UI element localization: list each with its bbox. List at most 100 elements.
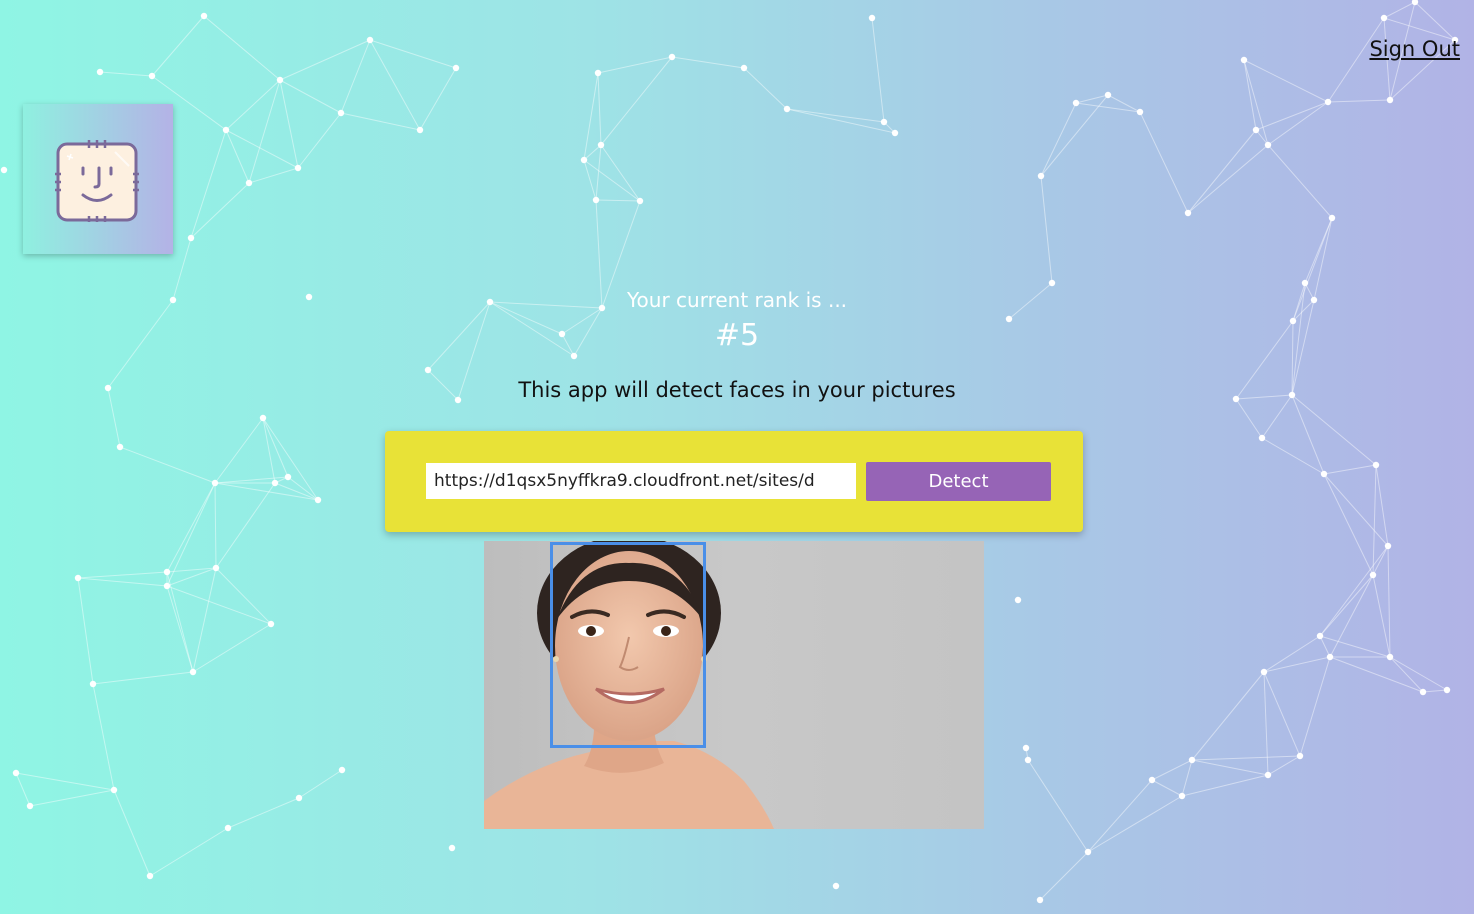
particle-link: [1187, 129, 1257, 214]
particle-link: [871, 17, 885, 123]
particle-dot: [1369, 571, 1377, 579]
image-link-form: Detect: [385, 431, 1083, 532]
particle-link: [1087, 795, 1183, 853]
particle-dot: [267, 620, 275, 628]
particle-dot: [89, 680, 97, 688]
particle-link: [1323, 473, 1374, 576]
app-description: This app will detect faces in your pictu…: [518, 378, 956, 402]
particle-dot: [1037, 172, 1045, 180]
particle-link: [1139, 111, 1189, 214]
particle-link: [1291, 394, 1325, 475]
rank-label: Your current rank is ...: [626, 288, 848, 312]
particle-dot: [284, 473, 292, 481]
particle-dot: [416, 126, 424, 134]
particle-dot: [424, 366, 432, 374]
particle-dot: [783, 105, 791, 113]
particle-dot: [1324, 98, 1332, 106]
particle-link: [1267, 755, 1301, 776]
particle-dot: [1384, 542, 1392, 550]
particle-link: [1299, 656, 1331, 757]
particle-link: [77, 577, 168, 587]
logo[interactable]: [23, 104, 173, 254]
particle-dot: [12, 769, 20, 777]
particle-link: [203, 15, 281, 81]
particle-link: [248, 167, 299, 184]
particle-dot: [740, 64, 748, 72]
particle-dot: [1301, 279, 1309, 287]
particle-dot: [276, 76, 284, 84]
particle-dot: [1104, 91, 1112, 99]
particle-dot: [868, 14, 876, 22]
particle-link: [192, 623, 272, 673]
particle-link: [1329, 574, 1374, 658]
particle-link: [192, 567, 217, 673]
particle-link: [1323, 473, 1389, 547]
particle-link: [1191, 671, 1265, 761]
particle-dot: [448, 844, 456, 852]
particle-link: [1235, 398, 1263, 439]
particle-dot: [1136, 108, 1144, 116]
particle-link: [600, 144, 641, 202]
rank-value: #5: [714, 318, 760, 353]
particle-link: [298, 769, 343, 799]
particle-link: [1243, 59, 1329, 103]
particle-dot: [245, 179, 253, 187]
particle-link: [99, 71, 153, 77]
particle-link: [214, 417, 264, 484]
sign-out-link[interactable]: Sign Out: [1369, 37, 1460, 61]
particle-dot: [314, 496, 322, 504]
particle-link: [1027, 759, 1089, 853]
particle-dot: [1252, 126, 1260, 134]
particle-link: [1255, 101, 1329, 131]
particle-dot: [1048, 279, 1056, 287]
particle-link: [671, 56, 745, 69]
particle-link: [743, 67, 788, 110]
particle-dot: [200, 12, 208, 20]
particle-dot: [1296, 752, 1304, 760]
particle-link: [15, 772, 115, 791]
particle-link: [1187, 144, 1269, 214]
particle-link: [77, 571, 168, 579]
particle-link: [1319, 545, 1389, 637]
particle-dot: [832, 882, 840, 890]
particle-link: [1263, 635, 1321, 673]
particle-link: [595, 199, 641, 202]
particle-dot: [1240, 56, 1248, 64]
particle-link: [1319, 635, 1331, 658]
particle-link: [262, 417, 289, 478]
particle-dot: [1316, 632, 1324, 640]
particle-dot: [211, 479, 219, 487]
particle-dot: [259, 414, 267, 422]
particle-dot: [1386, 653, 1394, 661]
particle-dot: [597, 141, 605, 149]
particle-dot: [1372, 461, 1380, 469]
particle-dot: [163, 568, 171, 576]
particle-dot: [0, 166, 8, 174]
particle-link: [214, 482, 319, 501]
particle-dot: [1178, 792, 1186, 800]
particle-link: [279, 79, 342, 114]
particle-link: [1329, 656, 1424, 693]
particle-link: [1075, 102, 1141, 113]
particle-link: [225, 129, 299, 169]
particle-link: [1075, 94, 1109, 104]
particle-dot: [148, 72, 156, 80]
particle-link: [279, 79, 299, 169]
particle-link: [225, 79, 281, 131]
particle-link: [1191, 759, 1269, 776]
particle-link: [1151, 759, 1193, 781]
particle-dot: [594, 69, 602, 77]
particle-dot: [212, 564, 220, 572]
particle-dot: [668, 53, 676, 61]
particle-link: [92, 671, 194, 685]
image-url-input[interactable]: [426, 463, 856, 499]
particle-dot: [1014, 596, 1022, 604]
particle-dot: [1024, 756, 1032, 764]
particle-link: [1191, 755, 1301, 761]
detect-button[interactable]: Detect: [866, 462, 1051, 501]
particle-link: [1263, 656, 1331, 673]
particle-dot: [110, 786, 118, 794]
particle-dot: [580, 156, 588, 164]
particle-link: [1389, 656, 1424, 693]
particle-dot: [1188, 756, 1196, 764]
